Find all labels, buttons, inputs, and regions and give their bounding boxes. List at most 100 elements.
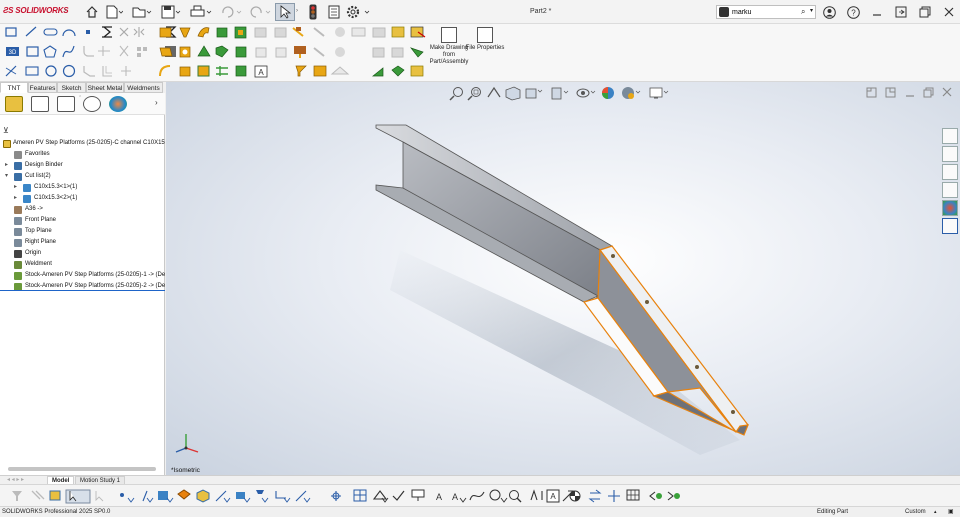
lofted-boss-icon[interactable] [216, 27, 228, 38]
task-pane-design-library-icon[interactable] [942, 164, 958, 180]
print-icon[interactable] [189, 3, 213, 21]
revolved-cut-icon[interactable] [197, 45, 211, 57]
point-tool-icon[interactable] [86, 30, 90, 34]
bottom-face-filter-icon[interactable] [49, 490, 61, 501]
sub-weldment-icon[interactable] [391, 65, 405, 77]
extruded-boss-icon[interactable] [159, 27, 172, 38]
cut-list-update-icon[interactable] [410, 47, 424, 58]
bottom-flip-icon[interactable] [588, 489, 602, 503]
bottom-sketch-point-icon[interactable] [236, 492, 251, 503]
tree-item[interactable]: Front Plane [0, 215, 165, 226]
search-box[interactable]: ⌕ ▾ [716, 5, 816, 19]
bottom-forward-icon[interactable] [667, 491, 680, 501]
tree-item[interactable]: Top Plane [0, 226, 165, 237]
open-file-icon[interactable] [131, 3, 153, 21]
draft-icon[interactable] [216, 66, 228, 76]
tree-item[interactable]: Favorites [0, 149, 165, 160]
task-pane-appearances-icon[interactable] [942, 200, 958, 216]
dimension-icon[interactable] [119, 27, 129, 37]
bottom-sketch-segment-icon[interactable] [215, 490, 231, 503]
file-properties-button[interactable]: File Properties [465, 27, 505, 52]
rectangle-tool-icon[interactable] [5, 27, 17, 37]
tree-item[interactable]: ▸ C10x15.3<1>(1) [0, 182, 165, 193]
linear-pattern-icon[interactable] [137, 47, 147, 57]
options-gear-icon[interactable] [344, 3, 372, 21]
bottom-grid-icon[interactable] [626, 489, 640, 501]
centerline-icon[interactable] [5, 65, 17, 77]
tab-features[interactable]: Features [28, 82, 57, 93]
ellipse-tool-icon[interactable] [62, 64, 76, 78]
bottom-point-icon[interactable] [120, 493, 135, 503]
restore-down-icon[interactable] [918, 3, 932, 21]
bottom-annotation-icon[interactable] [411, 489, 425, 501]
bottom-check-icon[interactable] [392, 490, 405, 501]
arc-tool-icon[interactable] [62, 29, 76, 37]
intersect-icon[interactable] [274, 27, 287, 38]
rollback-bar[interactable] [0, 290, 165, 291]
offset-entities-icon[interactable] [102, 66, 112, 77]
fillet-feature-icon[interactable] [159, 65, 171, 77]
tree-item[interactable]: ▸ Design Binder [0, 160, 165, 171]
collapse-arrow-icon[interactable]: ▾ [5, 171, 8, 182]
panel-expand-chevron-icon[interactable]: › [155, 98, 158, 107]
bottom-center-icon[interactable] [331, 491, 341, 501]
dimxpert-manager-icon[interactable] [83, 96, 101, 112]
hole-wizard-icon[interactable] [179, 46, 191, 58]
bottom-reference-icon[interactable] [372, 490, 389, 503]
linear-pattern-feature-icon[interactable] [179, 66, 191, 77]
boundary-boss-icon[interactable] [234, 26, 247, 39]
graphics-viewport[interactable]: *Isometric [166, 82, 960, 475]
bottom-plane-icon[interactable] [158, 491, 174, 503]
bottom-text-a-icon[interactable]: A [436, 492, 442, 502]
trim-extend-icon[interactable] [391, 26, 405, 38]
chamfer-sketch-icon[interactable] [83, 66, 95, 77]
task-pane-custom-properties-icon[interactable] [942, 218, 958, 234]
text-icon[interactable]: A [254, 65, 268, 78]
bottom-vertex-filter-icon[interactable] [65, 489, 91, 504]
bottom-back-icon[interactable] [649, 491, 662, 501]
tab-sheet-metal[interactable]: Sheet Metal [86, 82, 124, 93]
line-tool-icon[interactable] [25, 26, 37, 37]
logo-menu-chevron-icon[interactable]: › [64, 7, 66, 14]
bottom-weld-symbol-icon[interactable]: A [546, 489, 560, 503]
file-properties-qa-icon[interactable] [326, 3, 342, 21]
circle-tool-icon[interactable] [45, 65, 57, 77]
expand-arrow-icon[interactable]: ▸ [14, 193, 17, 204]
slot-tool-icon[interactable] [43, 28, 58, 36]
redo-icon[interactable] [248, 3, 272, 21]
bottom-surface-finish-icon[interactable] [530, 489, 543, 501]
feature-manager-tree-icon[interactable] [5, 96, 23, 112]
search-chevron-icon[interactable]: ▾ [810, 7, 813, 14]
deform-icon[interactable] [335, 27, 345, 37]
straight-slot-icon[interactable] [25, 66, 39, 76]
bottom-spline-icon[interactable] [469, 491, 485, 501]
save-icon[interactable] [160, 3, 182, 21]
cut-extrude-icon[interactable] [159, 47, 173, 57]
rebuild-traffic-light-icon[interactable] [306, 3, 320, 21]
convert-entities-icon[interactable] [119, 45, 129, 57]
instant3d-icon[interactable] [295, 65, 307, 77]
split-line-icon[interactable] [255, 47, 267, 58]
panel-grip-icon[interactable]: ⌃ [78, 95, 82, 101]
bottom-center-mark-icon[interactable] [256, 490, 269, 503]
swept-cut-icon[interactable] [215, 45, 229, 58]
display-manager-icon[interactable] [109, 96, 127, 112]
bottom-magnify-icon[interactable] [509, 490, 522, 503]
center-rectangle-icon[interactable] [26, 46, 39, 57]
end-cap-icon[interactable] [410, 26, 426, 38]
magnifier-icon[interactable]: ⌕ [801, 7, 805, 17]
delete-face-icon[interactable] [330, 66, 350, 75]
tree-root-part[interactable]: Ameren PV Step Platforms (25-0205)-C cha… [0, 138, 165, 149]
horizontal-scrollbar[interactable] [8, 467, 156, 471]
bottom-datum-icon[interactable] [353, 489, 367, 502]
lofted-cut-icon[interactable] [235, 46, 247, 58]
rib-icon[interactable] [197, 65, 210, 77]
tree-item[interactable]: ▾ Cut list(2) [0, 171, 165, 182]
weld-bead-icon[interactable] [391, 47, 404, 58]
bottom-solid-body-icon[interactable] [177, 489, 191, 500]
search-input[interactable] [732, 8, 802, 16]
select-chevron-icon[interactable]: › [296, 8, 298, 14]
move-face-icon[interactable] [313, 65, 327, 77]
curves-icon[interactable] [275, 47, 287, 58]
indent-icon[interactable] [351, 27, 366, 37]
